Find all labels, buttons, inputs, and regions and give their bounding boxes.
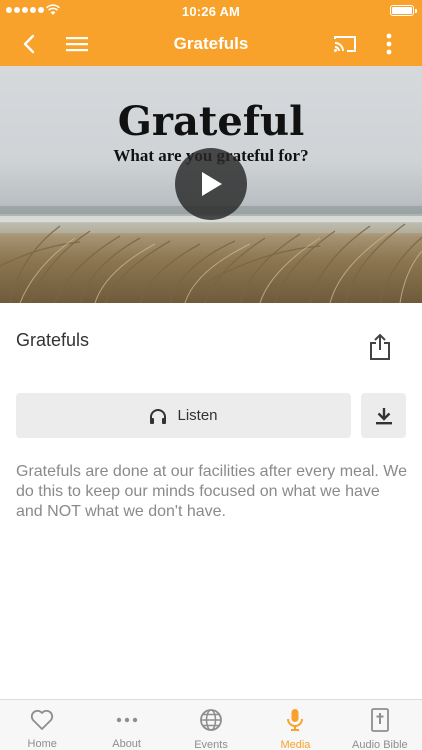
tab-events[interactable]: Events [169,700,253,750]
dots-icon [116,717,137,722]
bible-icon [370,708,389,732]
download-button[interactable] [361,393,406,438]
tab-home[interactable]: Home [0,700,84,750]
media-thumbnail[interactable]: Grateful What are you grateful for? [0,66,422,303]
tab-audio-bible[interactable]: Audio Bible [338,700,422,750]
media-description: Gratefuls are done at our facilities aft… [16,463,407,520]
tab-about-label: About [112,738,141,750]
download-icon [375,407,392,424]
listen-button[interactable]: Listen [16,393,351,438]
globe-icon [200,709,222,731]
play-button[interactable] [175,148,247,220]
listen-label: Listen [177,407,218,424]
headphones-icon [150,408,167,424]
tab-about[interactable]: About [84,700,168,750]
tab-media[interactable]: Media [253,700,337,750]
cast-icon [334,36,356,52]
tab-home-label: Home [27,738,57,750]
more-vertical-icon [386,33,392,55]
media-title: Gratefuls [16,330,90,350]
navigation-bar: Gratefuls [0,22,422,66]
play-icon [202,172,222,196]
hero-title: Grateful [117,98,305,145]
tab-bar: Home About Events Media Audio Bible [0,699,422,750]
heart-icon [31,709,54,730]
tab-media-label: Media [280,739,311,750]
cast-button[interactable] [330,22,360,66]
microphone-icon [287,709,304,731]
more-options-button[interactable] [376,22,402,66]
status-time: 10:26 AM [181,4,241,19]
tab-audio-bible-label: Audio Bible [352,739,408,750]
share-button[interactable] [364,331,396,363]
status-bar: 10:26 AM [0,0,422,22]
tab-events-label: Events [194,739,228,750]
battery-icon [390,5,417,16]
share-icon [370,333,390,360]
